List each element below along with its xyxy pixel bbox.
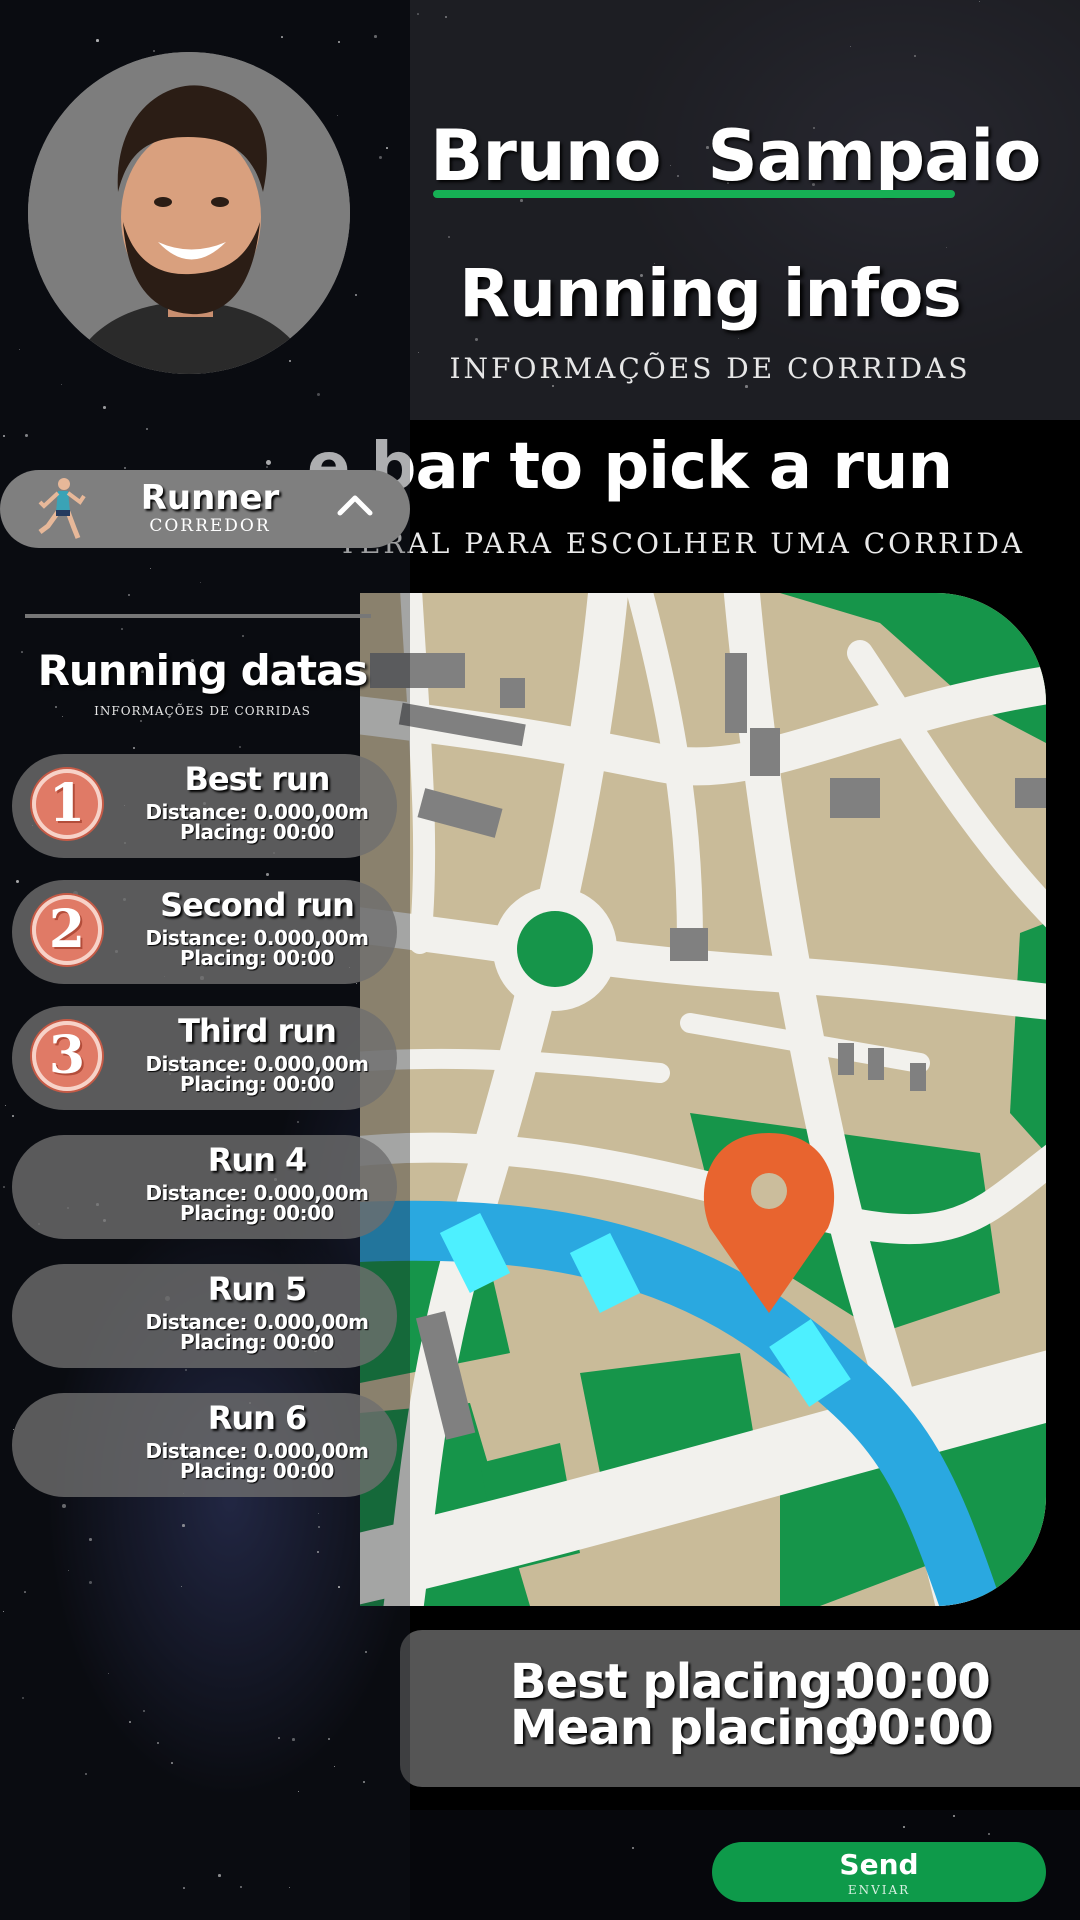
run-title: Second run: [160, 886, 355, 924]
page-title: Running infos: [459, 255, 962, 332]
run-title: Run 4: [207, 1141, 308, 1179]
city-map: [360, 593, 1046, 1606]
send-button-label: Send: [839, 1848, 919, 1881]
run-placing: Placing: 00:00: [180, 1201, 334, 1225]
medal-2-icon: 2: [32, 895, 102, 965]
avatar-photo: [28, 52, 350, 374]
sidebar: Runner CORREDOR Running datas INFORMAÇÕE…: [0, 0, 410, 1920]
run-placing: Placing: 00:00: [180, 1459, 334, 1483]
run-card[interactable]: Run 5 Distance: 0.000,00m Placing: 00:00: [12, 1264, 397, 1368]
user-name: Bruno Sampaio: [430, 115, 1041, 197]
map-view[interactable]: [360, 593, 1046, 1606]
running-datas-subtitle: INFORMAÇÕES DE CORRIDAS: [94, 704, 311, 718]
avatar: [28, 52, 350, 374]
run-card[interactable]: Run 6 Distance: 0.000,00m Placing: 00:00: [12, 1393, 397, 1497]
run-title: Third run: [178, 1012, 337, 1050]
run-title: Run 6: [207, 1399, 308, 1437]
run-card[interactable]: Run 4 Distance: 0.000,00m Placing: 00:00: [12, 1135, 397, 1239]
runner-icon: [38, 478, 86, 539]
medal-3-icon: 3: [32, 1021, 102, 1091]
divider: [25, 614, 371, 618]
running-datas-title: Running datas: [37, 646, 369, 695]
mean-placing-value: 00:00: [845, 1700, 994, 1756]
run-placing: Placing: 00:00: [180, 946, 334, 970]
medal-1-icon: 1: [32, 769, 102, 839]
role-selector[interactable]: Runner CORREDOR: [0, 470, 410, 548]
chevron-up-icon[interactable]: [336, 490, 374, 518]
run-placing: Placing: 00:00: [180, 820, 334, 844]
send-button[interactable]: Send ENVIAR: [712, 1842, 1046, 1902]
run-placing: Placing: 00:00: [180, 1330, 334, 1354]
stats-panel: Best placing: 00:00 Mean placing: 00:00: [400, 1630, 1080, 1787]
send-button-sublabel: ENVIAR: [847, 1883, 911, 1897]
page-subtitle: INFORMAÇÕES DE CORRIDAS: [449, 352, 971, 385]
role-label: Runner: [140, 478, 280, 518]
run-title: Run 5: [207, 1270, 308, 1308]
run-card[interactable]: 3 Third run Distance: 0.000,00m Placing: 00…: [12, 1006, 397, 1110]
role-sublabel: CORREDOR: [149, 516, 271, 536]
run-title: Best run: [184, 760, 331, 798]
run-card[interactable]: 2 Second run Distance: 0.000,00m Placing: 0…: [12, 880, 397, 984]
mean-placing-label: Mean placing:: [510, 1700, 877, 1756]
run-card[interactable]: 1 Best run Distance: 0.000,00m Placing: 00:…: [12, 754, 397, 858]
run-placing: Placing: 00:00: [180, 1072, 334, 1096]
name-underline: [433, 190, 955, 198]
